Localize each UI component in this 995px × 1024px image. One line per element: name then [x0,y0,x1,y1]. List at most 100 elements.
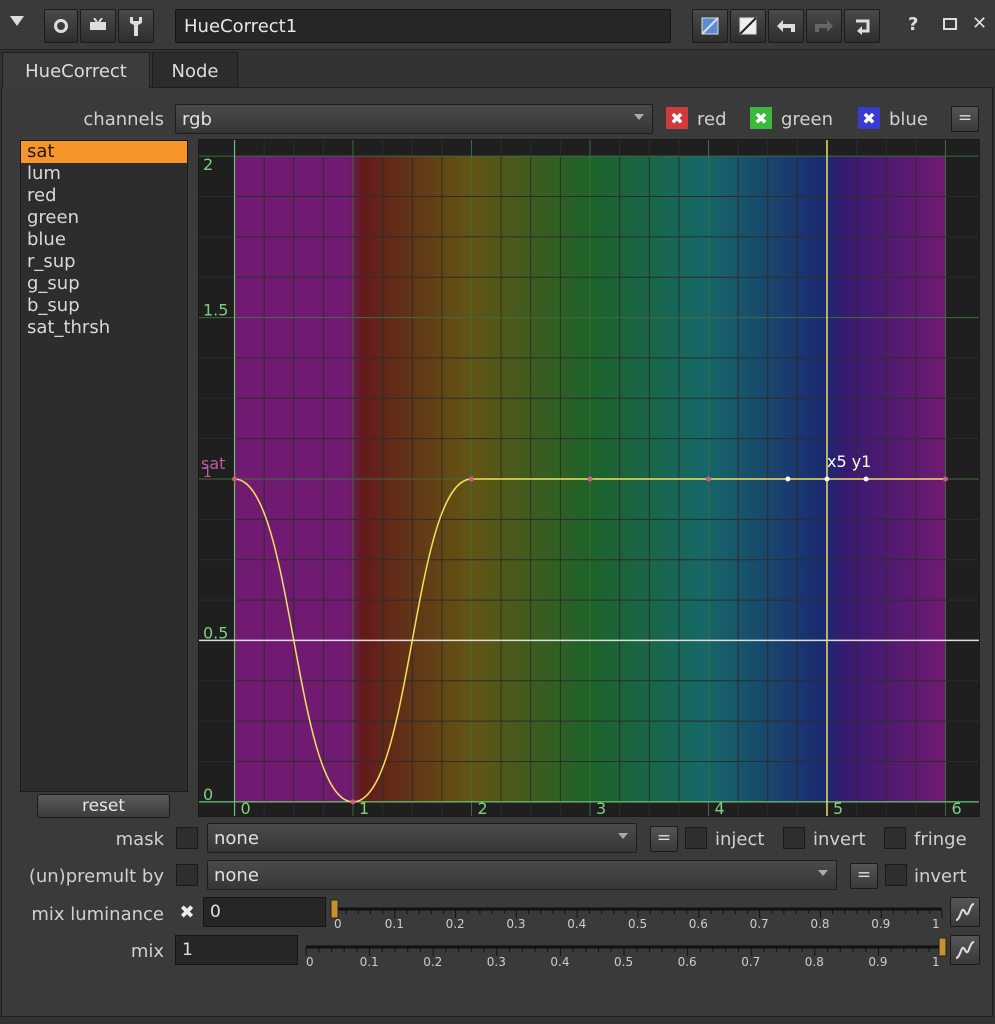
revert-button[interactable] [844,9,880,43]
mask-dropdown[interactable]: none [207,823,637,853]
list-item[interactable]: g_sup [21,273,187,295]
premult-invert-checkbox[interactable] [885,864,907,886]
red-channel-checkbox[interactable]: ✖ [666,107,688,129]
premult-invert-label: invert [914,866,967,887]
reset-button[interactable]: reset [37,794,170,818]
node-settings-button[interactable] [44,9,78,43]
mask-link-button[interactable]: = [650,826,678,852]
curve-point[interactable] [232,476,238,482]
inject-checkbox[interactable] [685,827,707,849]
node-name-input[interactable]: HueCorrect1 [175,9,671,43]
list-item[interactable]: b_sup [21,295,187,317]
curve-point[interactable] [350,799,356,805]
mix-animation-button[interactable] [950,935,980,965]
list-item[interactable]: r_sup [21,251,187,273]
curve-point[interactable] [942,476,948,482]
node-toolbar: HueCorrect1 ? ✕ [0,0,995,50]
slider-tick-label: 1 [932,955,940,969]
viewer-button[interactable] [80,9,116,43]
undo-icon [777,20,795,32]
slider-tick-label: 0.8 [805,955,824,969]
fringe-checkbox[interactable] [884,827,906,849]
help-icon[interactable]: ? [908,14,918,35]
list-item[interactable]: sat_thrsh [21,317,187,339]
list-item[interactable]: sat [21,141,187,163]
slider-tick-label: 0.7 [741,955,760,969]
slider-handle[interactable] [330,899,339,919]
mask-invert-checkbox[interactable] [783,827,805,849]
mix-input[interactable]: 1 [175,935,298,965]
slider-tick-label: 0.6 [678,955,697,969]
slider-tick-label: 0.8 [810,917,829,931]
slider-tick-label: 0.2 [446,917,465,931]
y-tick-label: 2 [203,155,213,174]
mix-luminance-checkbox[interactable]: ✖ [176,901,198,923]
slider-tick-label: 0.9 [871,917,890,931]
color-swatch-button[interactable] [692,9,728,43]
channels-dropdown[interactable]: rgb [175,104,653,134]
mix-luminance-label: mix luminance [31,904,164,925]
slider-tick-label: 0.3 [487,955,506,969]
premult-enable-checkbox[interactable] [176,864,198,886]
green-channel-label: green [781,109,833,130]
x-tick-label: 0 [241,799,251,817]
y-tick-label: 1.5 [203,301,228,320]
premult-dropdown[interactable]: none [207,860,837,890]
x-tick-label: 2 [478,799,488,817]
x-tick-label: 1 [359,799,369,817]
mask-value: none [214,828,259,849]
color-swatch-icon [701,17,719,35]
list-item[interactable]: blue [21,229,187,251]
undo-button[interactable] [768,9,804,43]
cursor-readout: x5 y1 [827,452,871,471]
channels-value: rgb [182,109,212,130]
mix-slider[interactable]: 0 0.1 0.2 0.3 0.4 0.5 0.6 0.7 0.8 0.9 1 [300,934,948,970]
y-tick-label: 0.5 [203,623,228,642]
slider-handle[interactable] [938,937,947,957]
list-item[interactable]: red [21,185,187,207]
channels-label: channels [83,109,164,130]
premult-link-button[interactable]: = [850,863,878,889]
float-window-icon[interactable] [943,18,957,30]
collapse-arrow-icon[interactable] [10,16,24,26]
redo-button[interactable] [806,9,842,43]
curve-point[interactable] [705,476,711,482]
curve-point[interactable] [469,476,475,482]
tab-huecorrect[interactable]: HueCorrect [2,52,150,88]
curve-point[interactable] [785,476,791,482]
list-item[interactable]: lum [21,163,187,185]
curve-editor[interactable]: 0 1 2 3 4 5 6 2 1.5 0.5 0 sat 1 x5 y1 [198,139,980,817]
green-channel-checkbox[interactable]: ✖ [750,107,772,129]
tab-node[interactable]: Node [152,52,238,88]
default-color-button[interactable] [730,9,766,43]
slider-tick-label: 0.4 [550,955,569,969]
curve-point[interactable] [587,476,593,482]
blue-channel-checkbox[interactable]: ✖ [858,107,880,129]
mask-enable-checkbox[interactable] [176,827,198,849]
slider-tick-label: 1 [932,917,940,931]
curve-point[interactable] [863,476,869,482]
close-icon[interactable]: ✕ [972,13,987,34]
tools-button[interactable] [118,9,154,43]
revert-icon [856,19,870,35]
channels-link-button[interactable]: = [951,106,979,132]
mix-luminance-input[interactable]: 0 [203,897,326,927]
list-item[interactable]: green [21,207,187,229]
slider-tick-label: 0.6 [689,917,708,931]
chevron-down-icon [618,833,628,839]
fringe-label: fringe [914,829,967,850]
x-tick-label: 4 [714,799,724,817]
x-tick-label: 6 [951,799,961,817]
slider-tick-label: 0.2 [423,955,442,969]
curve-point[interactable] [824,476,830,482]
mask-label: mask [115,829,164,850]
mix-luminance-animation-button[interactable] [950,897,980,927]
slider-tick-label: 0 [306,955,314,969]
chevron-down-icon [634,114,644,120]
curve-graph[interactable]: 0 1 2 3 4 5 621.50.50 sat 1 x5 y1 [199,140,980,817]
premult-label: (un)premult by [28,866,164,887]
monitor-icon [90,18,106,30]
mix-luminance-slider[interactable]: 0 0.1 0.2 0.3 0.4 0.5 0.6 0.7 0.8 0.9 1 [328,896,948,932]
slider-tick-label: 0.7 [750,917,769,931]
red-channel-label: red [697,109,727,130]
